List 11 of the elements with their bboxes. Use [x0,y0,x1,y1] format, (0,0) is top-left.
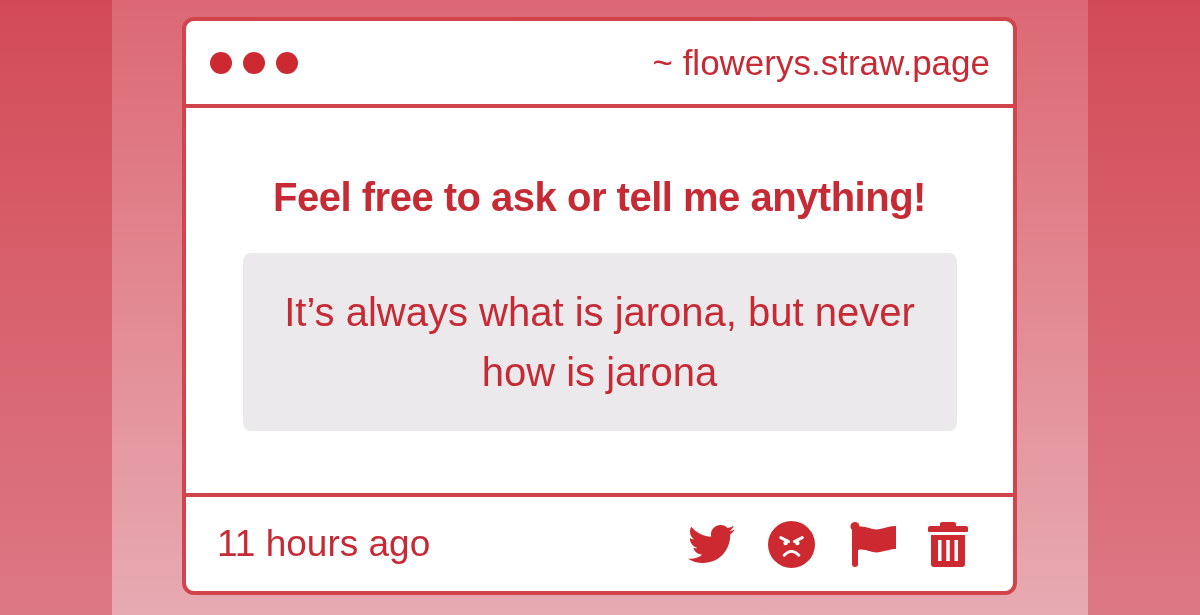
window-dot-icon [210,51,232,74]
bird-icon[interactable] [688,525,735,563]
angry-face-icon[interactable] [768,520,815,568]
window-dot-icon [243,51,265,74]
prompt-heading: Feel free to ask or tell me anything! [273,174,926,220]
window-dot-icon [276,51,298,74]
flag-icon[interactable] [850,521,896,567]
timestamp: 11 hours ago [217,522,431,566]
trash-icon[interactable] [928,521,968,567]
address-text: ~ flowerys.straw.page [652,41,990,84]
message-text: It’s always what is jarona, but never how is jarona [283,289,916,396]
